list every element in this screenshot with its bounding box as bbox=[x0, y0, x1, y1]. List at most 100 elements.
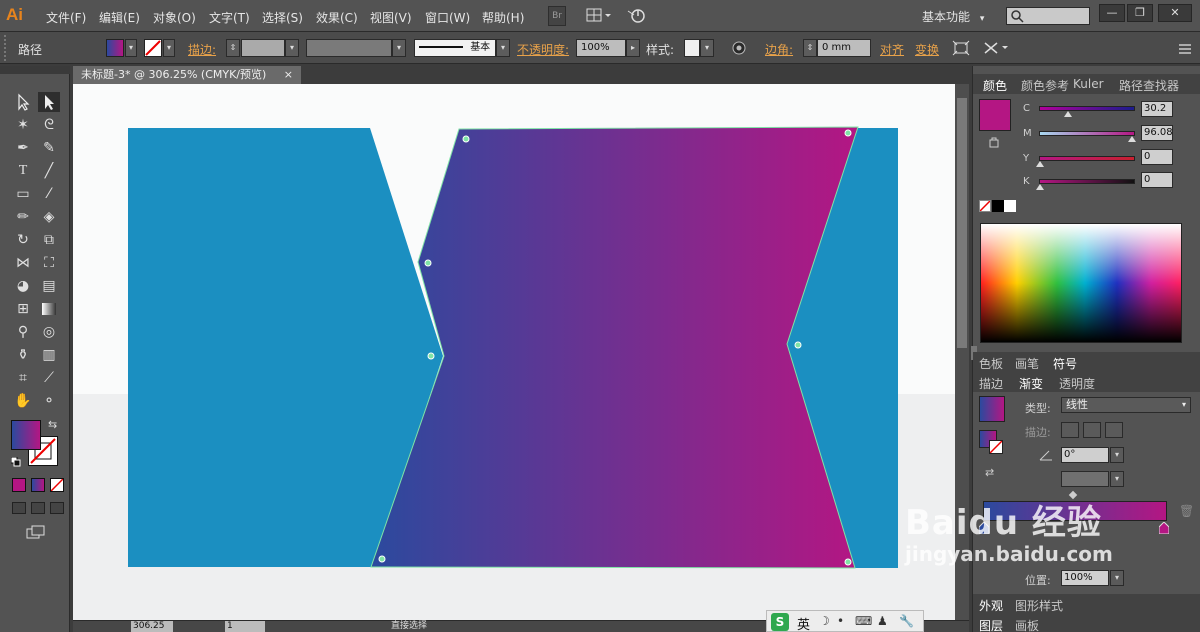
arrange-documents-button[interactable] bbox=[586, 7, 614, 25]
graph-tool[interactable]: ▤ bbox=[38, 276, 60, 296]
stroke-across-button[interactable] bbox=[1105, 422, 1123, 438]
gradient-mode-button[interactable] bbox=[31, 478, 45, 492]
swap-fill-stroke-icon[interactable]: ⇆ bbox=[48, 418, 62, 432]
close-document-icon[interactable]: × bbox=[284, 66, 293, 84]
color-spectrum[interactable] bbox=[980, 223, 1182, 343]
direct-selection-tool[interactable] bbox=[38, 92, 60, 112]
gradient-preview-swatch[interactable] bbox=[979, 396, 1005, 422]
menu-help[interactable]: 帮助(H) bbox=[482, 9, 524, 26]
channel-c-value[interactable]: 30.2 bbox=[1141, 101, 1173, 117]
tab-brushes[interactable]: 画笔 bbox=[1015, 355, 1039, 372]
tab-pathfinder[interactable]: 路径查找器 bbox=[1119, 77, 1179, 94]
reverse-gradient-icon[interactable]: ⇄ bbox=[985, 466, 999, 480]
tab-layers[interactable]: 图层 bbox=[979, 617, 1003, 632]
variable-width-field[interactable] bbox=[306, 39, 392, 57]
aspect-dropdown[interactable]: ▾ bbox=[1110, 471, 1124, 487]
stroke-along-button[interactable] bbox=[1083, 422, 1101, 438]
ime-language-toggle[interactable]: 英 bbox=[797, 614, 810, 632]
gradient-type-select[interactable]: 线性 ▾ bbox=[1061, 397, 1191, 413]
out-of-gamut-icon[interactable] bbox=[989, 136, 999, 148]
draw-inside-button[interactable] bbox=[50, 502, 64, 514]
fill-color-box[interactable] bbox=[11, 420, 41, 450]
channel-m-value[interactable]: 96.08 bbox=[1141, 125, 1173, 141]
position-dropdown[interactable]: ▾ bbox=[1110, 570, 1124, 586]
none-mode-button[interactable] bbox=[50, 478, 64, 492]
tab-stroke[interactable]: 描边 bbox=[979, 375, 1003, 392]
help-search-input[interactable] bbox=[1006, 7, 1090, 25]
recolor-artwork-button[interactable] bbox=[731, 40, 747, 56]
lasso-tool[interactable]: ᘓ bbox=[38, 115, 60, 135]
gpu-performance-button[interactable] bbox=[626, 7, 648, 25]
color-mode-button[interactable] bbox=[12, 478, 26, 492]
menu-object[interactable]: 对象(O) bbox=[153, 9, 196, 26]
stroke-weight-stepper[interactable]: ⇕ bbox=[226, 39, 240, 57]
column-graph-tool[interactable]: ▥ bbox=[38, 345, 60, 365]
tab-color[interactable]: 颜色 bbox=[983, 77, 1007, 94]
shape-builder-tool[interactable]: ◕ bbox=[12, 276, 34, 296]
menu-view[interactable]: 视图(V) bbox=[370, 9, 412, 26]
align-link[interactable]: 对齐 bbox=[880, 41, 904, 58]
graphic-style-swatch[interactable] bbox=[684, 39, 700, 57]
width-tool[interactable]: ⋈ bbox=[12, 253, 34, 273]
panel-menu-button[interactable] bbox=[1178, 42, 1192, 56]
user-icon[interactable]: ♟ bbox=[877, 614, 888, 628]
paintbrush-tool[interactable]: ⁄ bbox=[38, 184, 60, 204]
sogou-ime-icon[interactable]: S bbox=[771, 613, 789, 631]
gradient-stop-right[interactable] bbox=[1158, 521, 1170, 535]
pencil-tool[interactable]: ✏ bbox=[12, 207, 34, 227]
channel-k-slider[interactable] bbox=[1039, 179, 1135, 184]
scale-tool[interactable]: ⧉ bbox=[38, 230, 60, 250]
corner-stepper[interactable]: ⇕ bbox=[803, 39, 817, 57]
rectangle-tool[interactable]: ▭ bbox=[12, 184, 34, 204]
channel-k-value[interactable]: 0 bbox=[1141, 172, 1173, 188]
graphic-style-dropdown[interactable]: ▾ bbox=[700, 39, 714, 57]
eyedropper-tool[interactable]: ⚲ bbox=[12, 322, 34, 342]
gradient-stroke-indicator[interactable] bbox=[989, 440, 1003, 454]
channel-m-thumb[interactable] bbox=[1128, 136, 1136, 142]
bridge-button[interactable]: Br bbox=[548, 6, 566, 26]
tab-swatches[interactable]: 色板 bbox=[979, 355, 1003, 372]
variable-width-dropdown[interactable]: ▾ bbox=[392, 39, 406, 57]
wrench-icon[interactable]: 🔧 bbox=[899, 614, 914, 628]
type-tool[interactable]: T bbox=[12, 161, 34, 181]
tab-artboards[interactable]: 画板 bbox=[1015, 617, 1039, 632]
fill-swatch[interactable] bbox=[106, 39, 124, 57]
menu-type[interactable]: 文字(T) bbox=[209, 9, 250, 26]
rotate-tool[interactable]: ↻ bbox=[12, 230, 34, 250]
black-color-button[interactable] bbox=[992, 200, 1004, 212]
document-tab[interactable]: 未标题-3* @ 306.25% (CMYK/预览) × bbox=[73, 66, 301, 84]
slice-tool[interactable]: ⟋ bbox=[38, 368, 60, 388]
stroke-within-button[interactable] bbox=[1061, 422, 1079, 438]
channel-c-slider[interactable] bbox=[1039, 106, 1135, 111]
tab-graphic-styles[interactable]: 图形样式 bbox=[1015, 597, 1063, 614]
menu-window[interactable]: 窗口(W) bbox=[425, 9, 470, 26]
menu-effect[interactable]: 效果(C) bbox=[316, 9, 358, 26]
isolate-button[interactable] bbox=[952, 40, 970, 56]
angle-dropdown[interactable]: ▾ bbox=[1110, 447, 1124, 463]
curvature-tool[interactable]: ✎ bbox=[38, 138, 60, 158]
stroke-dropdown[interactable]: ▾ bbox=[163, 39, 175, 57]
keyboard-icon[interactable]: ⌨ bbox=[855, 614, 872, 628]
stroke-weight-field[interactable] bbox=[241, 39, 285, 57]
draw-behind-button[interactable] bbox=[31, 502, 45, 514]
tab-color-guide[interactable]: 颜色参考 bbox=[1021, 77, 1069, 94]
pen-tool[interactable]: ✒ bbox=[12, 138, 34, 158]
channel-y-thumb[interactable] bbox=[1036, 161, 1044, 167]
tab-transparency[interactable]: 透明度 bbox=[1059, 375, 1095, 392]
brush-dropdown[interactable]: ▾ bbox=[496, 39, 510, 57]
gradient-tool[interactable] bbox=[38, 299, 60, 319]
punctuation-icon[interactable]: • bbox=[837, 614, 844, 628]
workspace-switcher[interactable]: 基本功能 ▾ bbox=[922, 8, 984, 25]
zoom-tool[interactable]: ⚬ bbox=[38, 391, 60, 411]
delete-stop-icon[interactable]: 🗑 bbox=[1179, 504, 1194, 518]
channel-y-value[interactable]: 0 bbox=[1141, 149, 1173, 165]
artwork[interactable] bbox=[73, 84, 955, 620]
symbol-sprayer-tool[interactable]: ⚱ bbox=[12, 345, 34, 365]
scroll-thumb[interactable] bbox=[957, 98, 967, 348]
selection-tool[interactable] bbox=[12, 92, 34, 112]
menu-edit[interactable]: 编辑(E) bbox=[99, 9, 140, 26]
none-color-button[interactable] bbox=[979, 200, 991, 212]
channel-m-slider[interactable] bbox=[1039, 131, 1135, 136]
transform-link[interactable]: 变换 bbox=[915, 41, 939, 58]
draw-normal-button[interactable] bbox=[12, 502, 26, 514]
